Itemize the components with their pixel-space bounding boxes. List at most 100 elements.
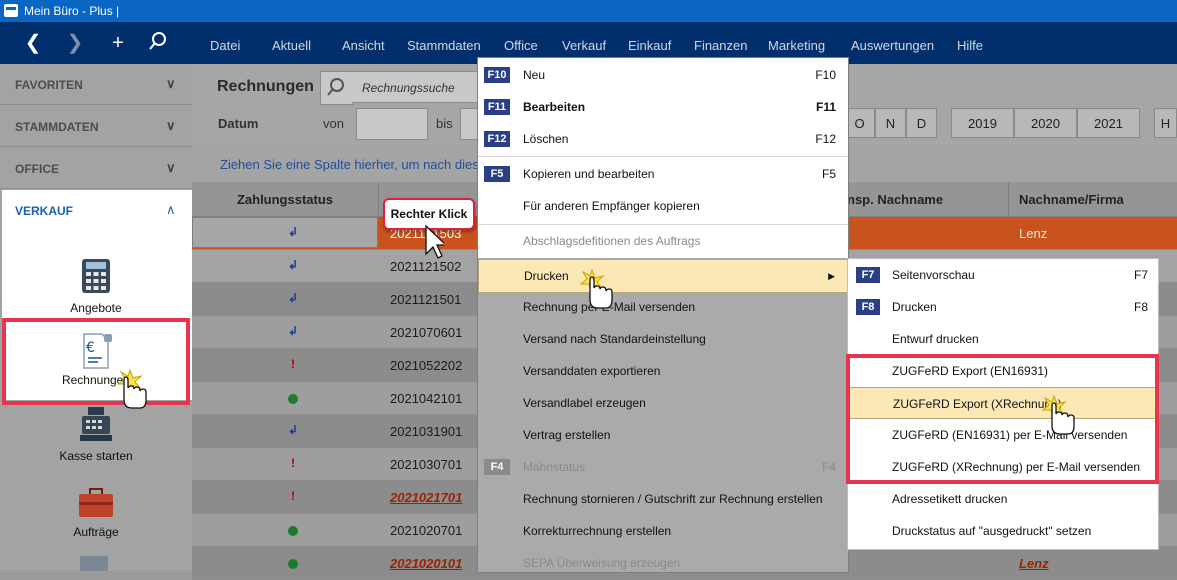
sidebar-tool-auftraege[interactable]: Aufträge [0,488,192,539]
year-button-2021[interactable]: 2021 [1077,108,1140,138]
menu-item-kopieren-bearbeiten[interactable]: F5 Kopieren und bearbeiten F5 [478,158,848,190]
menu-office[interactable]: Office [504,38,538,53]
invoice-number: 2021030701 [390,457,463,472]
sidebar-section-favoriten[interactable]: FAVORITEN ∨ [0,64,192,105]
menu-datei[interactable]: Datei [210,38,240,53]
period-button-h[interactable]: H [1154,108,1177,138]
von-label: von [323,116,344,131]
month-button-n[interactable]: N [875,108,906,138]
datum-label: Datum [218,116,259,131]
sidebar-tool-label: Angebote [70,301,122,315]
submenu-item-seitenvorschau[interactable]: F7 Seitenvorschau F7 [848,259,1158,291]
menu-marketing[interactable]: Marketing [768,38,825,53]
highlight-box-zugferd [846,354,1159,484]
column-divider [1008,182,1009,216]
column-header-nachname-firma[interactable]: Nachname/Firma [1019,192,1124,207]
column-header-zahlungsstatus[interactable]: Zahlungsstatus [192,192,378,207]
menu-item-versand-standard[interactable]: Versand nach Standardeinstellung [478,323,848,355]
invoice-number: 2021121501 [390,292,462,307]
shortcut-badge: F10 [484,67,510,83]
menu-item-sepa: SEPA Überweisung erzeugen [523,556,681,570]
search-icon[interactable] [320,71,354,105]
customer-name: Lenz [1019,556,1049,571]
warning-icon: ! [291,456,295,470]
invoice-number: 2021020701 [390,523,463,538]
shortcut-badge: F7 [856,267,880,283]
shortcut-badge: F8 [856,299,880,315]
hand-cursor-icon [579,268,613,309]
sidebar-next-tool-icon[interactable] [80,556,108,571]
invoice-number: 2021020101 [390,556,463,571]
menu-item-drucken[interactable]: Drucken ▶ [478,259,848,293]
menu-finanzen[interactable]: Finanzen [694,38,747,53]
status-cell [192,217,378,248]
submenu-item-druckstatus[interactable]: Druckstatus auf "ausgedruckt" setzen [848,515,1158,547]
forward-icon[interactable]: ❯ [63,31,87,55]
menu-stammdaten[interactable]: Stammdaten [407,38,481,53]
cash-register-icon [80,407,112,441]
chevron-down-icon: ∨ [166,160,176,175]
chevron-up-icon: ∧ [166,202,176,217]
sidebar-section-office[interactable]: OFFICE ∨ [0,148,192,189]
menu-hilfe[interactable]: Hilfe [957,38,983,53]
shortcut-badge: F12 [484,131,510,147]
invoice-number: 2021042101 [390,391,463,406]
menu-item-mahnstatus: F4 Mahnstatus F4 [478,451,848,483]
sidebar-tool-label: Kasse starten [59,449,133,463]
app-icon [4,4,18,17]
menu-item-korrektur[interactable]: Korrekturrechnung erstellen [478,515,848,547]
search-icon[interactable] [146,31,170,55]
add-icon[interactable]: + [106,31,130,55]
briefcase-icon [79,488,113,517]
chevron-down-icon: ∨ [166,118,176,133]
bis-label: bis [436,116,453,131]
submenu-item-entwurf[interactable]: Entwurf drucken [848,323,1158,355]
column-divider [378,182,379,216]
menu-item-versandlabel[interactable]: Versandlabel erzeugen [478,387,848,419]
return-arrow-icon: ↲ [288,258,299,272]
submenu-item-adressetikett[interactable]: Adressetikett drucken [848,483,1158,515]
menu-auswertungen[interactable]: Auswertungen [851,38,934,53]
menu-item-bearbeiten[interactable]: F11 Bearbeiten F11 [478,91,848,123]
menu-verkauf[interactable]: Verkauf [562,38,606,53]
page-title: Rechnungen [217,78,314,95]
menu-separator [478,156,848,157]
menu-ansicht[interactable]: Ansicht [342,38,385,53]
return-arrow-icon: ↲ [288,423,299,437]
sidebar-tool-angebote[interactable]: Angebote [0,258,192,315]
paid-status-icon [288,394,298,404]
date-from-field[interactable] [356,108,428,140]
shortcut-badge: F11 [484,99,510,115]
menu-item-anderer-empfaenger[interactable]: Für anderen Empfänger kopieren [478,190,848,222]
return-arrow-icon: ↲ [288,225,299,239]
hand-cursor-icon [117,368,147,409]
menu-item-neu[interactable]: F10 Neu F10 [478,59,848,91]
calculator-icon [82,259,110,293]
back-icon[interactable]: ❮ [21,31,45,55]
year-button-2019[interactable]: 2019 [951,108,1014,138]
column-header-ansp-nachname[interactable]: nsp. Nachname [847,192,943,207]
title-bar: Mein Büro - Plus | [0,0,1177,22]
sidebar-section-stammdaten[interactable]: STAMMDATEN ∨ [0,106,192,147]
menu-aktuell[interactable]: Aktuell [272,38,311,53]
menu-item-stornieren[interactable]: Rechnung stornieren / Gutschrift zur Rec… [478,483,848,515]
year-button-2020[interactable]: 2020 [1014,108,1077,138]
month-button-d[interactable]: D [906,108,937,138]
menu-item-vertrag[interactable]: Vertrag erstellen [478,419,848,451]
submenu-arrow-icon: ▶ [828,271,835,281]
return-arrow-icon: ↲ [288,291,299,305]
menu-item-loeschen[interactable]: F12 Löschen F12 [478,123,848,155]
shortcut-badge: F5 [484,166,510,182]
shortcut-badge: F4 [484,459,510,475]
submenu-item-drucken[interactable]: F8 Drucken F8 [848,291,1158,323]
menu-einkauf[interactable]: Einkauf [628,38,671,53]
context-menu: F10 Neu F10 F11 Bearbeiten F11 F12 Lösch… [477,57,849,573]
window-title: Mein Büro - Plus | [24,4,120,18]
paid-status-icon [288,526,298,536]
highlight-box-rechnungen [2,318,190,405]
invoice-number: 2021052202 [390,358,463,373]
menu-item-email[interactable]: Rechnung per E-Mail versenden [478,291,848,323]
search-input[interactable]: Rechnungssuche [352,71,482,103]
sidebar-tool-kasse[interactable]: Kasse starten [0,406,192,463]
menu-item-versanddaten[interactable]: Versanddaten exportieren [478,355,848,387]
